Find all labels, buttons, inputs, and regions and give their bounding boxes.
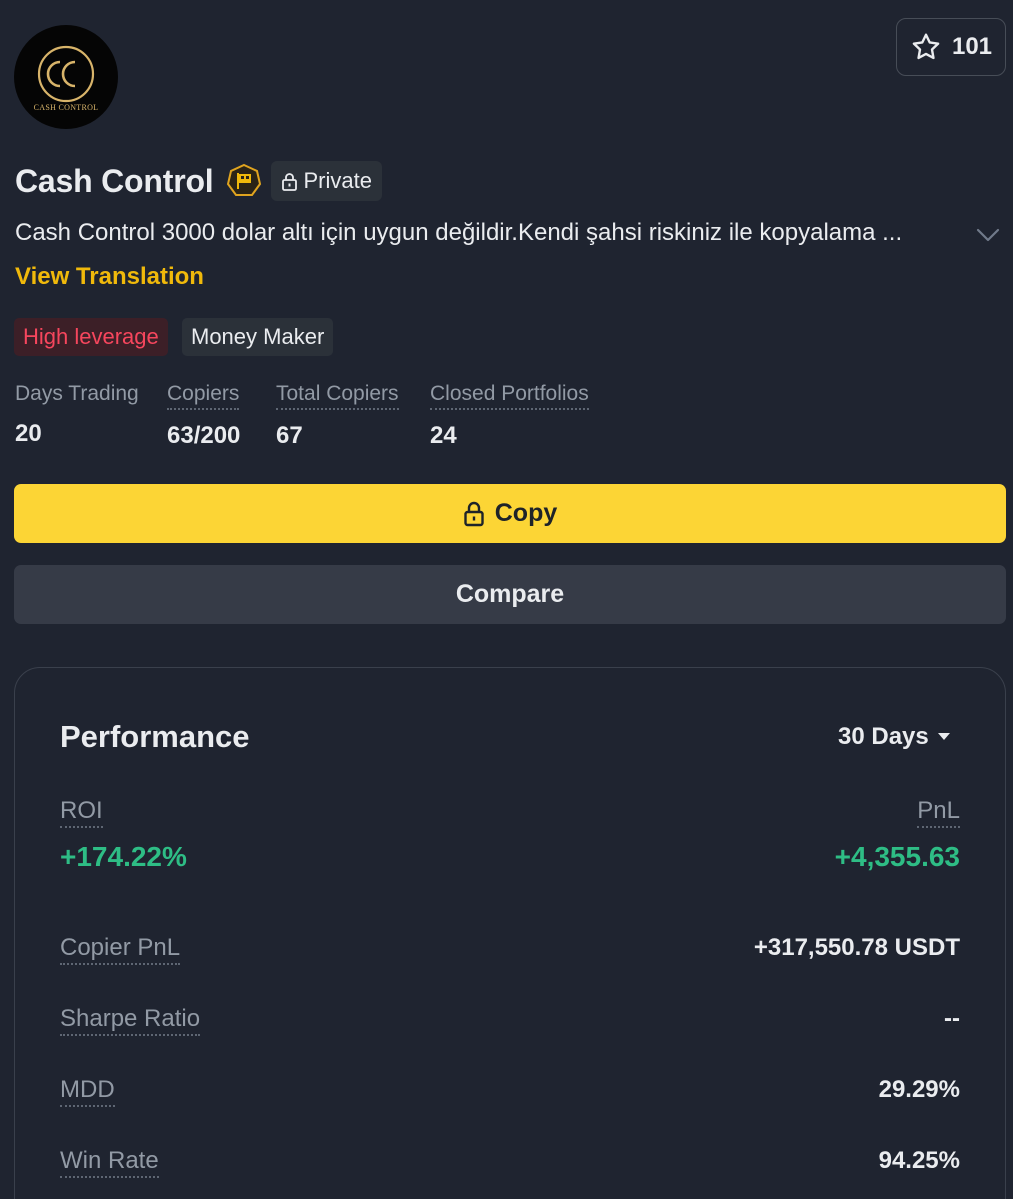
- compare-button[interactable]: Compare: [14, 565, 1006, 624]
- cash-control-logo-icon: [37, 45, 95, 102]
- lock-icon: [463, 501, 485, 527]
- stat-value: 20: [15, 420, 42, 447]
- metric-label-mdd[interactable]: MDD: [60, 1075, 115, 1107]
- pnl-block: PnL +4,355.63: [835, 796, 960, 874]
- private-badge: Private: [270, 161, 382, 201]
- private-label: Private: [303, 168, 372, 193]
- pnl-value: +4,355.63: [834, 841, 960, 872]
- tag-money-maker: Money Maker: [182, 318, 334, 356]
- roi-value: +174.22%: [60, 841, 187, 872]
- stat-value: 24: [430, 422, 457, 449]
- tag-high-leverage: High leverage: [14, 318, 168, 356]
- stat-closed-portfolios[interactable]: Closed Portfolios 24: [430, 380, 589, 450]
- roi-block: ROI +174.22%: [60, 796, 187, 874]
- stat-copiers[interactable]: Copiers 63/200: [167, 380, 240, 450]
- metric-value-mdd: 29.29%: [878, 1076, 960, 1103]
- metric-label-win-rate[interactable]: Win Rate: [60, 1146, 159, 1178]
- lock-icon: [281, 172, 298, 191]
- verified-badge-icon[interactable]: [226, 163, 262, 199]
- stat-label: Total Copiers: [276, 380, 399, 410]
- favorite-count: 101: [951, 33, 993, 60]
- metric-value-copier-pnl: +317,550.78 USDT: [753, 934, 960, 961]
- period-dropdown[interactable]: 30 Days: [838, 722, 951, 752]
- metric-value-sharpe-ratio: --: [944, 1005, 960, 1032]
- roi-label[interactable]: ROI: [60, 796, 103, 828]
- trader-description: Cash Control 3000 dolar altı için uygun …: [15, 219, 903, 246]
- trader-name: Cash Control: [15, 162, 214, 199]
- stat-days-trading: Days Trading 20: [15, 380, 139, 448]
- caret-down-icon: [937, 732, 951, 742]
- view-translation-link[interactable]: View Translation: [15, 262, 204, 292]
- star-icon: [910, 31, 942, 63]
- avatar-logo-text: CASH CONTROL: [33, 102, 99, 112]
- performance-title: Performance: [60, 719, 250, 754]
- stat-value: 67: [276, 422, 303, 449]
- period-label: 30 Days: [838, 723, 929, 750]
- stat-total-copiers[interactable]: Total Copiers 67: [276, 380, 399, 450]
- stat-label: Copiers: [167, 380, 240, 410]
- stat-label: Closed Portfolios: [430, 380, 589, 410]
- metric-label-sharpe-ratio[interactable]: Sharpe Ratio: [60, 1004, 201, 1036]
- stat-label: Days Trading: [15, 382, 139, 405]
- chevron-down-icon[interactable]: [975, 222, 1001, 248]
- copy-button[interactable]: Copy: [14, 484, 1006, 543]
- trader-name-row: Cash Control Private: [15, 160, 382, 202]
- avatar: CASH CONTROL: [14, 25, 118, 129]
- metric-label-copier-pnl[interactable]: Copier PnL: [60, 933, 181, 965]
- metric-value-win-rate: 94.25%: [878, 1147, 960, 1174]
- pnl-label[interactable]: PnL: [917, 796, 960, 828]
- stat-value: 63/200: [167, 422, 241, 449]
- favorite-button[interactable]: 101: [896, 18, 1006, 76]
- copy-button-label: Copy: [494, 499, 558, 527]
